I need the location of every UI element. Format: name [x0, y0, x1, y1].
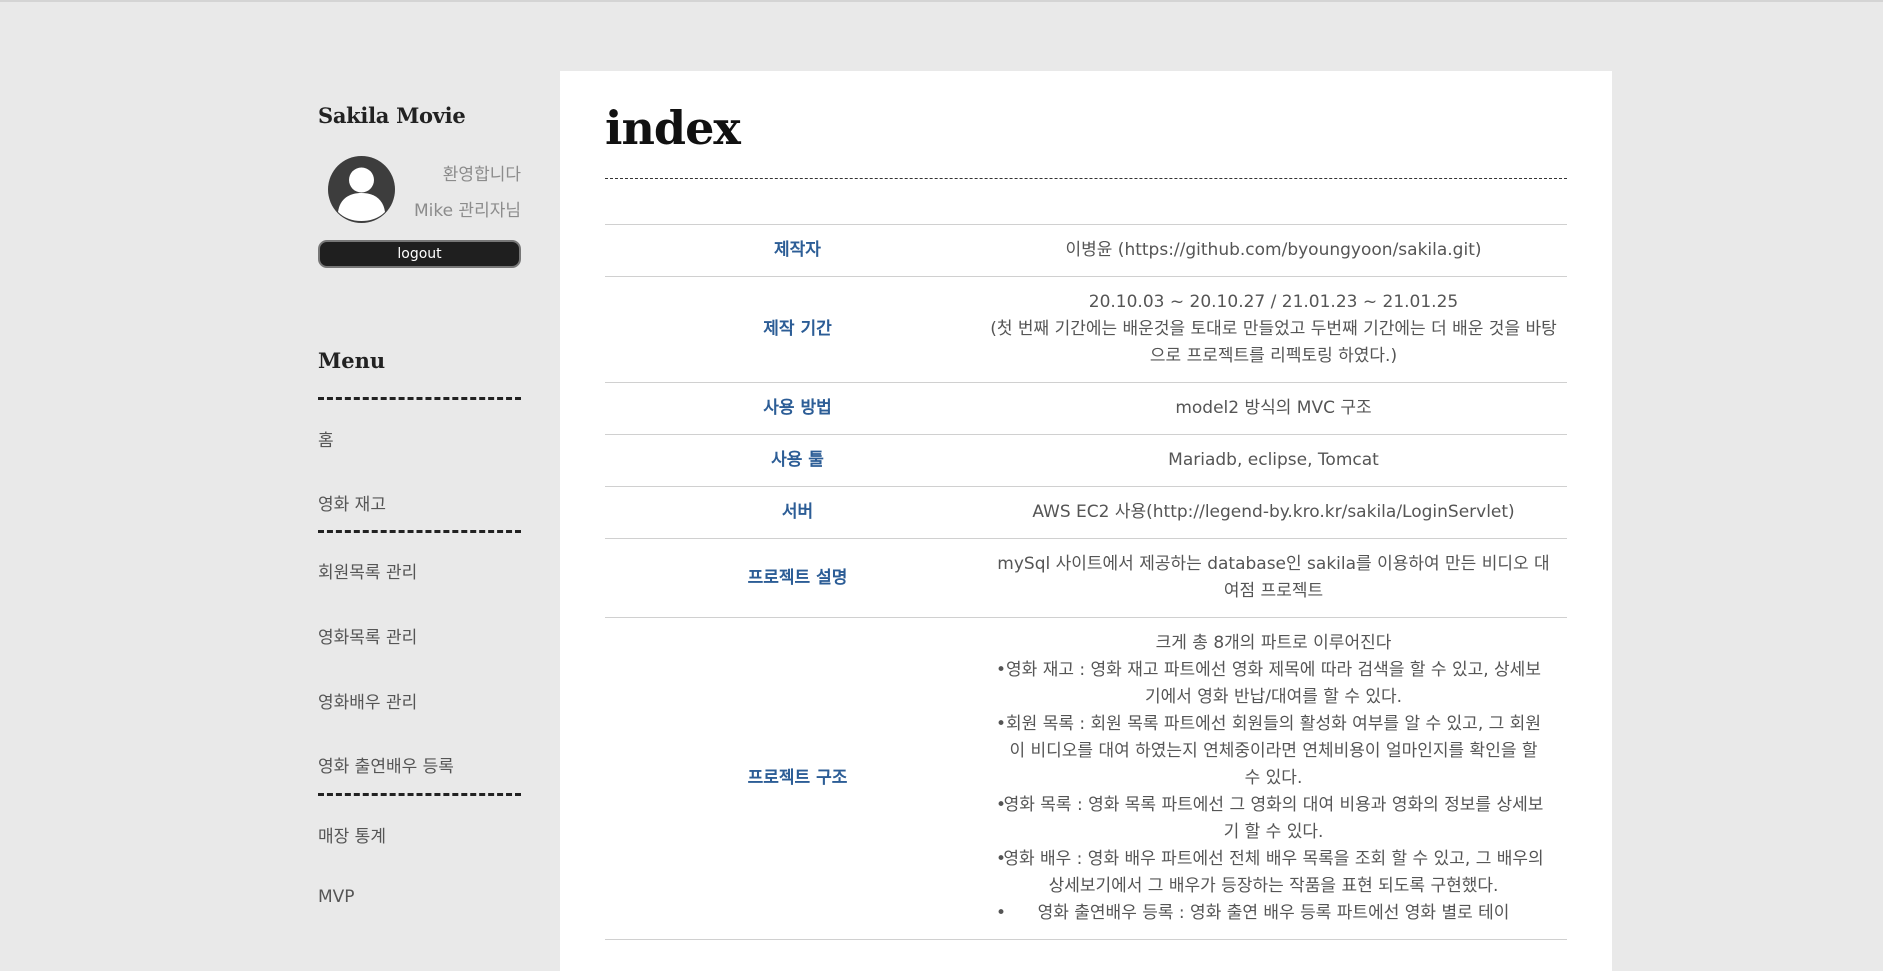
row-value: 이병윤 (https://github.com/byoungyoon/sakil…	[990, 224, 1567, 277]
row-label: 제작자	[605, 224, 990, 277]
menu-item-film-inventory[interactable]: 영화 재고	[318, 490, 386, 515]
table-row: 사용 방법 model2 방식의 MVC 구조	[605, 382, 1567, 435]
menu-item-film-list[interactable]: 영화목록 관리	[318, 623, 417, 648]
table-row: 프로젝트 설명 mySql 사이트에서 제공하는 database인 sakil…	[605, 538, 1567, 618]
menu-item-actor-management[interactable]: 영화배우 관리	[318, 688, 417, 713]
table-row: 제작자 이병윤 (https://github.com/byoungyoon/s…	[605, 224, 1567, 277]
row-label: 프로젝트 설명	[605, 538, 990, 618]
row-value: 크게 총 8개의 파트로 이루어진다 영화 재고 : 영화 재고 파트에선 영화…	[990, 617, 1567, 940]
page-title: index	[605, 101, 741, 155]
title-divider	[605, 178, 1567, 179]
row-label: 프로젝트 구조	[605, 617, 990, 940]
user-name: Mike 관리자님	[413, 201, 521, 221]
browser-top-border	[0, 0, 1883, 2]
row-label: 사용 툴	[605, 434, 990, 487]
row-value: 20.10.03 ~ 20.10.27 / 21.01.23 ~ 21.01.2…	[990, 276, 1567, 383]
list-item: 영화 출연배우 등록 : 영화 출연 배우 등록 파트에선 영화 별로 테이	[990, 900, 1557, 927]
list-item: 회원 목록 : 회원 목록 파트에선 회원들의 활성화 여부를 알 수 있고, …	[990, 711, 1557, 792]
menu-item-mvp[interactable]: MVP	[318, 887, 355, 907]
menu-item-store-stats[interactable]: 매장 통계	[318, 822, 386, 847]
welcome-text: 환영합니다	[442, 165, 521, 185]
menu-item-film-actor-register[interactable]: 영화 출연배우 등록	[318, 752, 454, 777]
row-value: AWS EC2 사용(http://legend-by.kro.kr/sakil…	[990, 486, 1567, 539]
menu-heading: Menu	[318, 348, 386, 373]
logout-button[interactable]: logout	[318, 240, 521, 268]
menu-divider	[318, 397, 521, 400]
structure-list: 영화 재고 : 영화 재고 파트에선 영화 제목에 따라 검색을 할 수 있고,…	[990, 657, 1557, 927]
list-item: 영화 배우 : 영화 배우 파트에선 전체 배우 목록을 조회 할 수 있고, …	[990, 846, 1557, 900]
project-info-table: 제작자 이병윤 (https://github.com/byoungyoon/s…	[605, 224, 1567, 940]
row-label: 서버	[605, 486, 990, 539]
row-value: model2 방식의 MVC 구조	[990, 382, 1567, 435]
row-label: 제작 기간	[605, 276, 990, 383]
period-note: (첫 번째 기간에는 배운것을 토대로 만들었고 두번째 기간에는 더 배운 것…	[990, 319, 1557, 366]
list-item: 영화 목록 : 영화 목록 파트에선 그 영화의 대여 비용과 영화의 정보를 …	[990, 792, 1557, 846]
table-row: 사용 툴 Mariadb, eclipse, Tomcat	[605, 434, 1567, 487]
menu-divider	[318, 793, 521, 796]
table-row: 제작 기간 20.10.03 ~ 20.10.27 / 21.01.23 ~ 2…	[605, 276, 1567, 383]
site-brand[interactable]: Sakila Movie	[318, 103, 578, 128]
menu-item-home[interactable]: 홈	[318, 426, 334, 451]
period-dates: 20.10.03 ~ 20.10.27 / 21.01.23 ~ 21.01.2…	[1088, 292, 1459, 312]
table-row: 서버 AWS EC2 사용(http://legend-by.kro.kr/sa…	[605, 486, 1567, 539]
row-value: Mariadb, eclipse, Tomcat	[990, 434, 1567, 487]
menu-item-customer-list[interactable]: 회원목록 관리	[318, 558, 417, 583]
row-value: mySql 사이트에서 제공하는 database인 sakila를 이용하여 …	[990, 538, 1567, 618]
row-label: 사용 방법	[605, 382, 990, 435]
list-item: 영화 재고 : 영화 재고 파트에선 영화 제목에 따라 검색을 할 수 있고,…	[990, 657, 1557, 711]
main-content: index 제작자 이병윤 (https://github.com/byoung…	[560, 71, 1612, 971]
table-row: 프로젝트 구조 크게 총 8개의 파트로 이루어진다 영화 재고 : 영화 재고…	[605, 617, 1567, 940]
structure-intro: 크게 총 8개의 파트로 이루어진다	[1155, 633, 1392, 653]
menu-divider	[318, 530, 521, 533]
